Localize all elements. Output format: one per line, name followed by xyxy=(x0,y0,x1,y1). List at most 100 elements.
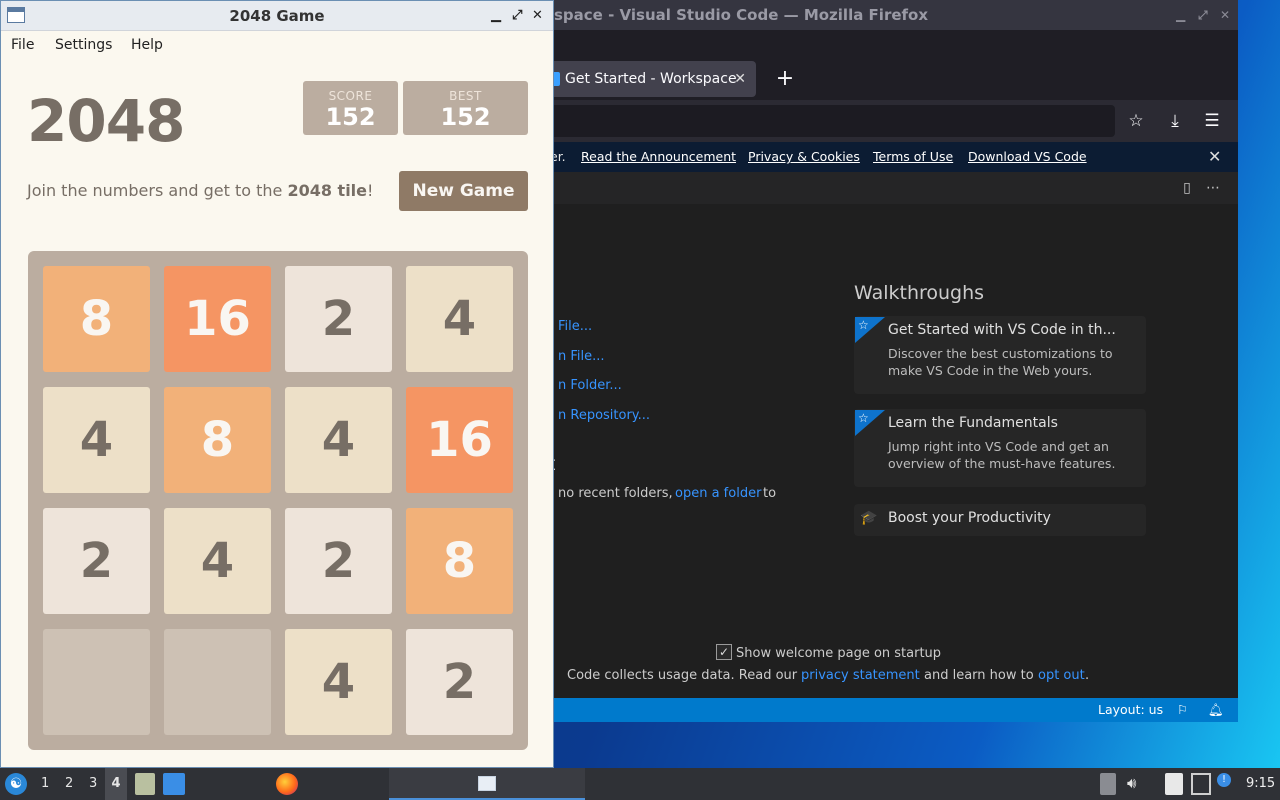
file-manager-icon[interactable] xyxy=(135,773,155,795)
tile xyxy=(164,629,271,735)
show-welcome-label: Show welcome page on startup xyxy=(736,646,942,661)
keyboard-layout-status[interactable]: Layout: us xyxy=(1098,698,1163,722)
game-intro: Join the numbers and get to the 2048 til… xyxy=(27,181,373,200)
tile: 16 xyxy=(406,387,513,493)
minimize-icon[interactable]: ▁ xyxy=(491,1,501,31)
game-titlebar[interactable]: 2048 Game ▁ ⤢ ✕ xyxy=(1,1,553,31)
url-bar[interactable] xyxy=(540,105,1115,137)
window-icon xyxy=(478,776,496,791)
game-window-title: 2048 Game xyxy=(229,7,325,25)
start-menu-icon[interactable]: ☯ xyxy=(5,773,27,795)
split-editor-icon[interactable]: ▯ xyxy=(1175,176,1199,200)
start-new-file-link[interactable]: File... xyxy=(558,319,592,334)
tab-label: Get Started - Workspace xyxy=(565,71,737,87)
taskbar-window-button[interactable] xyxy=(389,768,585,800)
best-value: 152 xyxy=(440,103,491,131)
workspace-2[interactable]: 2 xyxy=(65,768,73,800)
star-icon: ☆ xyxy=(858,318,869,332)
workspace-1[interactable]: 1 xyxy=(41,768,49,800)
score-value: 152 xyxy=(325,103,376,131)
privacy-cookies-link[interactable]: Privacy & Cookies xyxy=(748,142,860,172)
tile: 2 xyxy=(406,629,513,735)
status-bar: Layout: us ⚐ 🔔︎ xyxy=(540,698,1238,722)
navigation-toolbar: ☆ ⤓ ☰ xyxy=(540,100,1238,142)
start-open-repository-link[interactable]: n Repository... xyxy=(558,408,650,423)
opt-out-link[interactable]: opt out xyxy=(1038,668,1085,683)
walkthrough-description: Discover the best customizations to make… xyxy=(888,346,1113,378)
firefox-icon[interactable] xyxy=(276,773,298,795)
menu-help[interactable]: Help xyxy=(131,37,163,53)
show-welcome-checkbox[interactable]: ✓ xyxy=(716,644,732,660)
maximize-icon[interactable]: ⤢ xyxy=(512,1,522,31)
usage-mid-text: and learn how to xyxy=(924,668,1034,683)
recent-to-text: to xyxy=(763,486,777,501)
tile: 4 xyxy=(285,387,392,493)
new-tab-button[interactable]: + xyxy=(770,61,800,97)
tile xyxy=(43,629,150,735)
game-window[interactable]: 2048 Game ▁ ⤢ ✕ File Settings Help 2048 … xyxy=(0,0,554,768)
walkthrough-title: Boost your Productivity xyxy=(888,510,1051,526)
workspace-4[interactable]: 4 xyxy=(105,768,127,800)
firefox-titlebar[interactable]: space - Visual Studio Code — Mozilla Fir… xyxy=(540,0,1238,30)
more-actions-icon[interactable]: ⋯ xyxy=(1201,176,1225,200)
walkthrough-get-started[interactable]: ☆ Get Started with VS Code in th... Disc… xyxy=(854,316,1146,394)
bookmark-star-icon[interactable]: ☆ xyxy=(1122,107,1150,135)
tile: 2 xyxy=(285,266,392,372)
tile: 4 xyxy=(164,508,271,614)
score-label: SCORE xyxy=(328,89,373,103)
minimize-icon[interactable]: ▁ xyxy=(1176,0,1185,30)
close-icon[interactable]: ✕ xyxy=(532,1,543,31)
start-open-file-link[interactable]: n File... xyxy=(558,349,605,364)
walkthrough-productivity[interactable]: 🎓 Boost your Productivity xyxy=(854,504,1146,536)
menu-file[interactable]: File xyxy=(11,37,34,53)
desktop-icon[interactable] xyxy=(163,773,185,795)
score-box: SCORE 152 xyxy=(303,81,398,135)
maximize-icon[interactable]: ⤢ xyxy=(1198,0,1208,30)
notes-icon[interactable] xyxy=(1165,773,1183,795)
tile: 16 xyxy=(164,266,271,372)
announcement-link[interactable]: Read the Announcement xyxy=(581,142,736,172)
download-vscode-link[interactable]: Download VS Code xyxy=(968,142,1087,172)
tile: 8 xyxy=(164,387,271,493)
editor-tab-row: ▯ ⋯ xyxy=(540,172,1238,204)
volume-icon[interactable]: 🔊︎ xyxy=(1127,774,1136,792)
notifications-bell-icon[interactable]: 🔔︎ xyxy=(1208,698,1224,722)
feedback-icon[interactable]: ⚐ xyxy=(1177,698,1188,722)
usage-text: Code collects usage data. Read our xyxy=(567,668,798,683)
tile: 2 xyxy=(285,508,392,614)
walkthrough-fundamentals[interactable]: ☆ Learn the Fundamentals Jump right into… xyxy=(854,409,1146,487)
banner-close-icon[interactable]: ✕ xyxy=(1208,142,1221,172)
game-board[interactable]: 8 16 2 4 4 8 4 16 2 4 2 8 4 2 xyxy=(28,251,528,750)
privacy-statement-link[interactable]: privacy statement xyxy=(801,668,920,683)
walkthrough-title: Learn the Fundamentals xyxy=(888,415,1058,431)
tile: 4 xyxy=(406,266,513,372)
workspace-3[interactable]: 3 xyxy=(89,768,97,800)
tile: 8 xyxy=(43,266,150,372)
menu-bar: File Settings Help xyxy=(1,31,553,61)
terms-of-use-link[interactable]: Terms of Use xyxy=(873,142,953,172)
close-icon[interactable]: ✕ xyxy=(1220,0,1230,30)
network-icon[interactable] xyxy=(1191,773,1211,795)
clock: 9:15 xyxy=(1246,776,1276,791)
firefox-window[interactable]: space - Visual Studio Code — Mozilla Fir… xyxy=(540,0,1238,722)
tab-get-started[interactable]: Get Started - Workspace ✕ xyxy=(540,61,756,97)
tile: 4 xyxy=(43,387,150,493)
tile: 2 xyxy=(43,508,150,614)
intro-suffix: ! xyxy=(367,181,374,200)
clipboard-icon[interactable] xyxy=(1100,773,1116,795)
mortarboard-icon: 🎓 xyxy=(860,510,878,526)
tile: 4 xyxy=(285,629,392,735)
open-folder-link[interactable]: open a folder xyxy=(675,486,761,501)
new-game-button[interactable]: New Game xyxy=(399,171,528,211)
tab-bar: Get Started - Workspace ✕ + xyxy=(540,30,1238,100)
notification-icon[interactable]: ! xyxy=(1217,773,1231,787)
menu-settings[interactable]: Settings xyxy=(55,37,112,53)
tab-close-icon[interactable]: ✕ xyxy=(734,61,746,97)
intro-text: Join the numbers and get to the xyxy=(27,181,283,200)
menu-icon[interactable]: ☰ xyxy=(1198,107,1226,135)
start-open-folder-link[interactable]: n Folder... xyxy=(558,378,622,393)
welcome-page: File... n File... n Folder... n Reposito… xyxy=(540,204,1238,698)
downloads-icon[interactable]: ⤓ xyxy=(1161,107,1189,135)
window-icon xyxy=(7,7,25,23)
tile: 8 xyxy=(406,508,513,614)
